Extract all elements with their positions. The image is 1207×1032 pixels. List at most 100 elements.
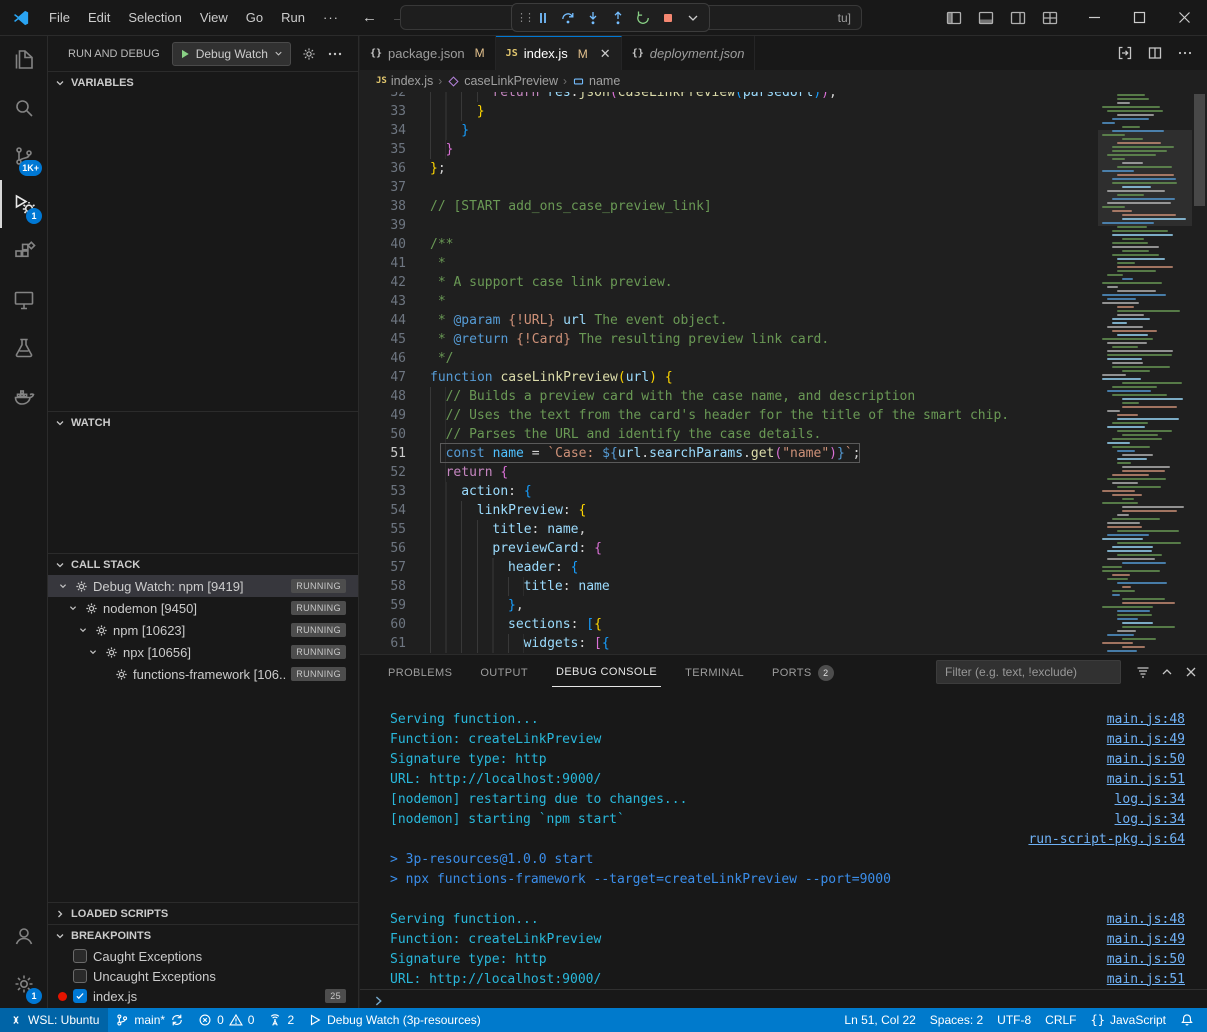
activity-settings-gear[interactable]: 1: [0, 960, 47, 1008]
code-line[interactable]: 33}: [360, 102, 1098, 121]
more-actions-icon[interactable]: [327, 46, 343, 62]
code-line[interactable]: 41 *: [360, 254, 1098, 273]
call-stack-row[interactable]: functions-framework [106...RUNNING: [48, 663, 358, 685]
menu-file[interactable]: File: [40, 5, 79, 31]
call-stack-section-header[interactable]: CALL STACK: [48, 553, 358, 575]
panel-tab-debug-console[interactable]: DEBUG CONSOLE: [552, 657, 661, 687]
activity-account[interactable]: [0, 912, 47, 960]
panel-tab-problems[interactable]: PROBLEMS: [384, 658, 456, 687]
code-line[interactable]: 47function caseLinkPreview(url) {: [360, 368, 1098, 387]
console-source-link[interactable]: main.js:50: [1107, 752, 1185, 767]
maximize-button[interactable]: [1117, 0, 1162, 36]
breakpoint-checkbox[interactable]: [73, 949, 87, 963]
gear-icon[interactable]: [301, 46, 317, 62]
code-line[interactable]: 38// [START add_ons_case_preview_link]: [360, 197, 1098, 216]
problems-status[interactable]: 00: [191, 1008, 261, 1032]
code-line[interactable]: 50// Parses the URL and identify the cas…: [360, 425, 1098, 444]
code-line[interactable]: 37: [360, 178, 1098, 197]
code-line[interactable]: 59},: [360, 596, 1098, 615]
activity-run-debug[interactable]: 1: [0, 180, 47, 228]
menu-go[interactable]: Go: [237, 5, 272, 31]
debug-status[interactable]: Debug Watch (3p-resources): [301, 1008, 488, 1032]
console-source-link[interactable]: main.js:50: [1107, 952, 1185, 967]
console-source-link[interactable]: log.js:34: [1115, 792, 1185, 807]
menu-view[interactable]: View: [191, 5, 237, 31]
code-line[interactable]: 60sections: [{: [360, 615, 1098, 634]
console-source-link[interactable]: main.js:51: [1107, 972, 1185, 987]
code-line[interactable]: 48// Builds a preview card with the case…: [360, 387, 1098, 406]
breakpoint-row[interactable]: Uncaught Exceptions: [48, 966, 358, 986]
call-stack-row[interactable]: nodemon [9450]RUNNING: [48, 597, 358, 619]
pause-button[interactable]: [531, 6, 555, 30]
drag-grip-icon[interactable]: ⋮⋮: [516, 11, 530, 24]
scrollbar-slider[interactable]: [1194, 94, 1205, 206]
code-line[interactable]: 34}: [360, 121, 1098, 140]
console-source-link[interactable]: main.js:48: [1107, 712, 1185, 727]
notifications[interactable]: [1173, 1008, 1201, 1032]
call-stack-row[interactable]: npm [10623]RUNNING: [48, 619, 358, 641]
step-over-button[interactable]: [556, 6, 580, 30]
branch-status[interactable]: main*: [108, 1008, 191, 1032]
back-icon[interactable]: ←: [362, 9, 377, 26]
activity-source-control[interactable]: 1K+: [0, 132, 47, 180]
tab-deployment.json[interactable]: {}deployment.json: [622, 36, 756, 70]
console-source-link[interactable]: main.js:51: [1107, 772, 1185, 787]
console-source-link[interactable]: run-script-pkg.js:64: [1028, 832, 1185, 847]
customize-layout-icon[interactable]: [1042, 10, 1058, 26]
activity-extensions[interactable]: [0, 228, 47, 276]
breakpoint-row[interactable]: Caught Exceptions: [48, 946, 358, 966]
breakpoints-section-header[interactable]: BREAKPOINTS: [48, 924, 358, 946]
code-line[interactable]: 61widgets: [{: [360, 634, 1098, 653]
chevron-up-icon[interactable]: [1159, 664, 1175, 680]
code-line[interactable]: 42 * A support case link preview.: [360, 273, 1098, 292]
code-line[interactable]: 45 * @return {!Card} The resulting previ…: [360, 330, 1098, 349]
console-filter-input[interactable]: [936, 660, 1121, 684]
step-out-button[interactable]: [606, 6, 630, 30]
code-line[interactable]: 53action: {: [360, 482, 1098, 501]
code-line[interactable]: 56previewCard: {: [360, 539, 1098, 558]
call-stack-row[interactable]: Debug Watch: npm [9419]RUNNING: [48, 575, 358, 597]
clear-console-icon[interactable]: [1135, 664, 1151, 680]
code-line[interactable]: 54linkPreview: {: [360, 501, 1098, 520]
code-editor[interactable]: 32return res.json(caseLinkPreview(parsed…: [360, 92, 1207, 654]
remote-indicator[interactable]: WSL: Ubuntu: [0, 1008, 108, 1032]
code-line[interactable]: 40/**: [360, 235, 1098, 254]
launch-config-dropdown[interactable]: Debug Watch: [172, 42, 291, 66]
restart-button[interactable]: [631, 6, 655, 30]
activity-docker[interactable]: [0, 372, 47, 420]
editor-scrollbar[interactable]: [1192, 92, 1207, 654]
tab-package.json[interactable]: {}package.jsonM: [360, 36, 496, 70]
code-line[interactable]: 55title: name,: [360, 520, 1098, 539]
breakpoint-checkbox[interactable]: [73, 969, 87, 983]
code-line[interactable]: 57header: {: [360, 558, 1098, 577]
watch-section-header[interactable]: WATCH: [48, 411, 358, 433]
eol[interactable]: CRLF: [1038, 1008, 1083, 1032]
breakpoint-checkbox[interactable]: [73, 989, 87, 1003]
toggle-sidebar-icon[interactable]: [946, 10, 962, 26]
menu-selection[interactable]: Selection: [119, 5, 190, 31]
code-line[interactable]: 43 *: [360, 292, 1098, 311]
code-line[interactable]: 32return res.json(caseLinkPreview(parsed…: [360, 92, 1098, 102]
close-tab-icon[interactable]: ✕: [600, 46, 611, 62]
activity-search[interactable]: [0, 84, 47, 132]
toggle-panel-icon[interactable]: [978, 10, 994, 26]
code-line[interactable]: 36};: [360, 159, 1098, 178]
stop-button[interactable]: [656, 6, 680, 30]
minimize-button[interactable]: [1072, 0, 1117, 36]
code-line[interactable]: 51const name = `Case: ${url.searchParams…: [360, 444, 1098, 463]
panel-tab-output[interactable]: OUTPUT: [476, 658, 532, 687]
ports-status[interactable]: 2: [261, 1008, 301, 1032]
cursor-position[interactable]: Ln 51, Col 22: [837, 1008, 922, 1032]
minimap[interactable]: [1098, 92, 1192, 654]
language-mode[interactable]: {}JavaScript: [1084, 1008, 1173, 1032]
close-panel-icon[interactable]: [1183, 664, 1199, 680]
console-source-link[interactable]: main.js:49: [1107, 732, 1185, 747]
console-source-link[interactable]: log.js:34: [1115, 812, 1185, 827]
activity-explorer[interactable]: [0, 36, 47, 84]
menu-overflow[interactable]: ···: [314, 10, 348, 25]
code-line[interactable]: 52return {: [360, 463, 1098, 482]
code-line[interactable]: 46 */: [360, 349, 1098, 368]
code-line[interactable]: 44 * @param {!URL} url The event object.: [360, 311, 1098, 330]
call-stack-row[interactable]: npx [10656]RUNNING: [48, 641, 358, 663]
code-line[interactable]: 39: [360, 216, 1098, 235]
